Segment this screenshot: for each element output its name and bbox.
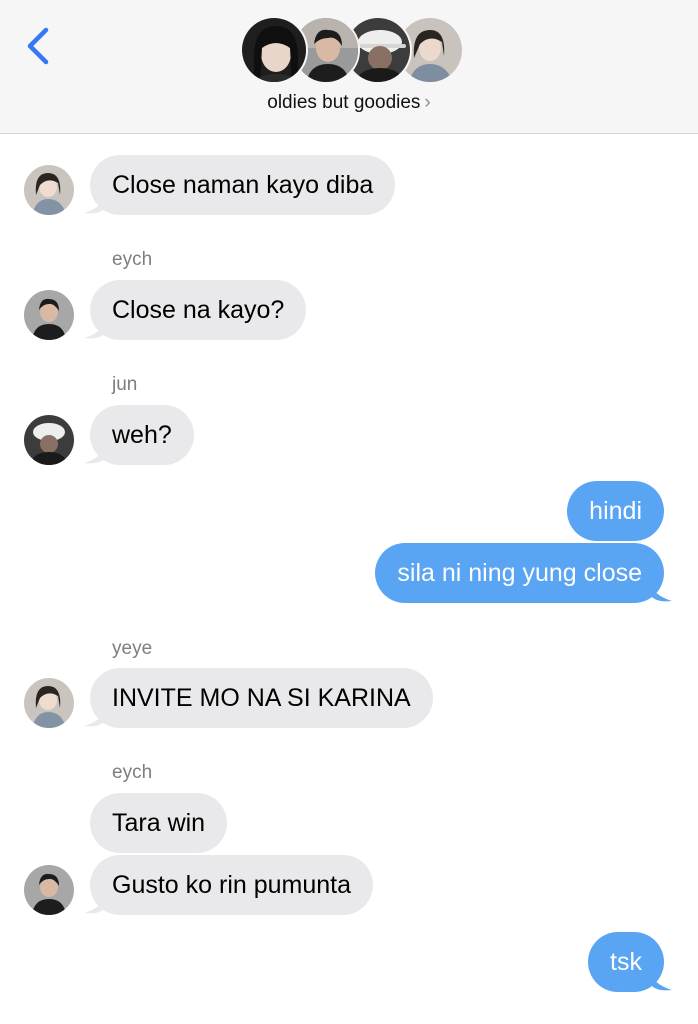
bubble-tail xyxy=(84,318,106,339)
back-button[interactable] xyxy=(22,24,56,68)
message-bubble-outgoing[interactable]: sila ni ning yung close xyxy=(375,543,664,603)
message-bubble-outgoing[interactable]: hindi xyxy=(567,481,664,541)
bubble-tail xyxy=(84,893,106,914)
message-bubble-incoming[interactable]: Close na kayo? xyxy=(90,280,307,340)
group-name: oldies but goodies xyxy=(267,92,421,113)
chevron-right-icon: › xyxy=(424,92,431,113)
sender-name: eych xyxy=(112,249,153,270)
avatar-girl-1 xyxy=(24,678,74,728)
sender-name: eych xyxy=(112,762,153,783)
message-bubble-incoming[interactable]: Tara win xyxy=(90,793,228,853)
sender-avatar xyxy=(24,678,74,728)
message-bubble-incoming[interactable]: INVITE MO NA SI KARINA xyxy=(90,668,433,728)
avatar-girl-1 xyxy=(24,165,74,215)
sender-avatar xyxy=(24,415,74,465)
conversation-header: oldies but goodies › xyxy=(0,0,698,134)
chevron-left-icon xyxy=(27,27,49,65)
bubble-tail xyxy=(84,193,106,214)
group-name-button[interactable]: oldies but goodies › xyxy=(0,92,698,118)
sender-avatar xyxy=(24,290,74,340)
message-bubble-incoming[interactable]: Close naman kayo diba xyxy=(90,155,396,215)
sender-avatar xyxy=(24,165,74,215)
sender-avatar xyxy=(24,865,74,915)
group-member-avatar xyxy=(240,16,308,84)
bubble-tail xyxy=(650,581,672,602)
message-bubble-incoming[interactable]: Gusto ko rin pumunta xyxy=(90,855,374,915)
bubble-tail xyxy=(650,970,672,991)
message-list[interactable]: Close naman kayo diba eych Close na kayo… xyxy=(0,135,698,1024)
bubble-tail xyxy=(84,706,106,727)
group-avatar-stack[interactable] xyxy=(240,16,464,86)
avatar-boy-1 xyxy=(24,865,74,915)
bubble-tail xyxy=(84,443,106,464)
sender-name: yeye xyxy=(112,638,153,659)
sender-name: jun xyxy=(112,374,138,395)
avatar-boy-1 xyxy=(24,290,74,340)
avatar-boy-cap xyxy=(24,415,74,465)
